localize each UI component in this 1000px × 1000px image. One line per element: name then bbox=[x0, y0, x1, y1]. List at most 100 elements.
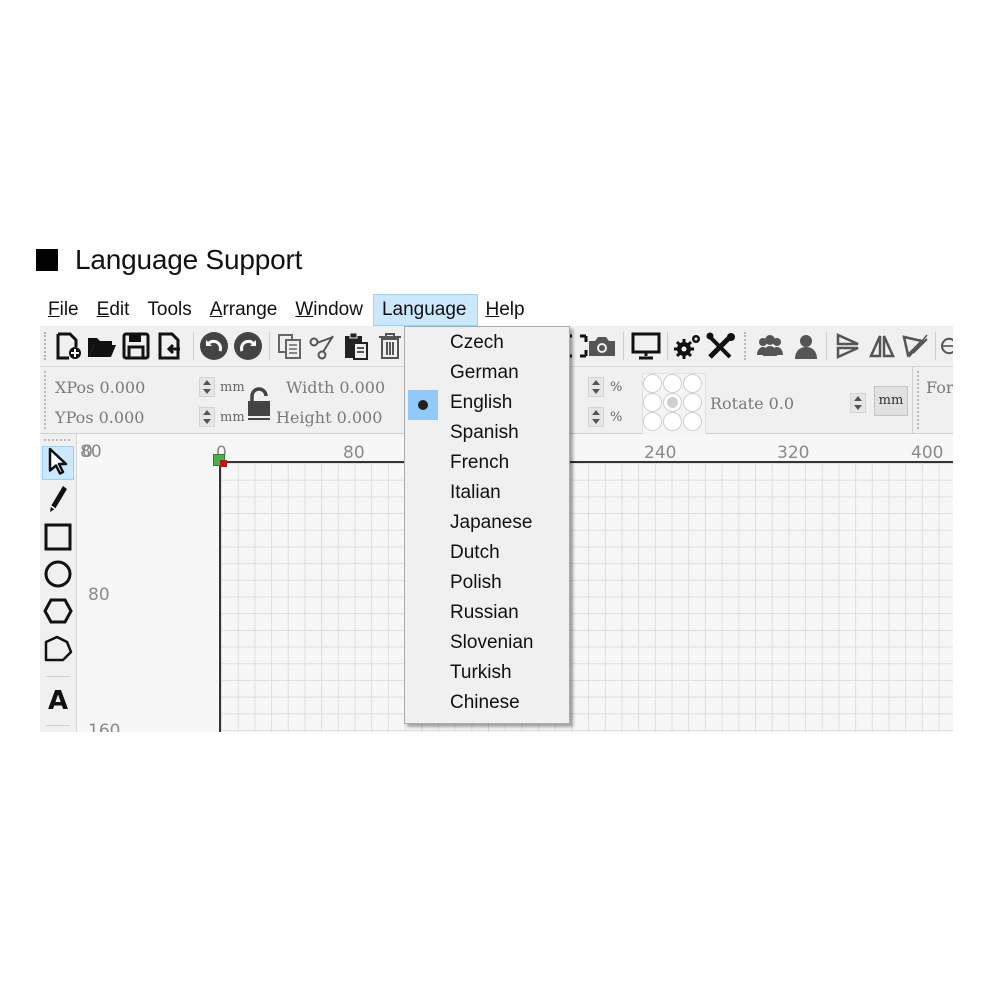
tools-icon[interactable] bbox=[706, 330, 738, 362]
menu-help[interactable]: Help bbox=[478, 294, 535, 326]
height-percent-spinner[interactable] bbox=[588, 407, 604, 427]
circle-icon bbox=[43, 559, 73, 593]
import-icon[interactable] bbox=[154, 330, 186, 362]
language-option-french[interactable]: French bbox=[405, 450, 569, 480]
ruler-top-label: 400 bbox=[911, 443, 944, 463]
text-tool[interactable]: A bbox=[42, 684, 74, 718]
paste-icon[interactable] bbox=[340, 330, 372, 362]
polygon-tool[interactable] bbox=[42, 596, 74, 630]
delete-icon[interactable] bbox=[374, 330, 406, 362]
settings-icon[interactable] bbox=[672, 330, 704, 362]
propbar-grip[interactable] bbox=[917, 371, 921, 429]
flip-horizontal-icon[interactable] bbox=[866, 330, 898, 362]
cut-icon[interactable] bbox=[306, 330, 338, 362]
menu-window[interactable]: Window bbox=[287, 294, 373, 326]
pencil-icon bbox=[47, 484, 69, 518]
heading-title: Language Support bbox=[75, 244, 303, 275]
language-option-turkish[interactable]: Turkish bbox=[405, 660, 569, 690]
anchor-bottom-center[interactable] bbox=[663, 412, 682, 431]
language-option-english[interactable]: English bbox=[405, 390, 569, 420]
left-toolbar-grip[interactable] bbox=[44, 439, 70, 441]
language-label: Czech bbox=[450, 332, 504, 353]
language-label: Polish bbox=[450, 572, 502, 593]
menu-label: elp bbox=[499, 299, 525, 320]
rotate-field[interactable]: Rotate 0.0 bbox=[710, 394, 794, 413]
anchor-top-left[interactable] bbox=[643, 374, 662, 393]
user-icon[interactable] bbox=[790, 330, 822, 362]
open-folder-icon[interactable] bbox=[86, 330, 118, 362]
height-value[interactable]: 0.000 bbox=[337, 408, 383, 427]
rotate-value[interactable]: 0.0 bbox=[769, 394, 794, 413]
language-option-german[interactable]: German bbox=[405, 360, 569, 390]
xpos-value[interactable]: 0.000 bbox=[99, 378, 145, 397]
xpos-spinner[interactable] bbox=[199, 377, 215, 397]
toolbar-grip[interactable] bbox=[44, 332, 48, 360]
language-option-japanese[interactable]: Japanese bbox=[405, 510, 569, 540]
height-field[interactable]: Height 0.000 bbox=[276, 408, 382, 427]
toolbar-separator bbox=[826, 332, 827, 360]
width-field[interactable]: Width 0.000 bbox=[286, 378, 385, 397]
language-option-slovenian[interactable]: Slovenian bbox=[405, 630, 569, 660]
menu-arrange[interactable]: Arrange bbox=[202, 294, 288, 326]
anchor-bottom-right[interactable] bbox=[683, 412, 702, 431]
polyline-tool[interactable] bbox=[42, 634, 74, 668]
ypos-label: YPos bbox=[55, 408, 94, 427]
new-file-icon[interactable] bbox=[52, 330, 84, 362]
language-label: German bbox=[450, 362, 519, 383]
anchor-middle-left[interactable] bbox=[643, 393, 662, 412]
anchor-middle-right[interactable] bbox=[683, 393, 702, 412]
language-option-polish[interactable]: Polish bbox=[405, 570, 569, 600]
work-area-grid[interactable] bbox=[219, 461, 953, 732]
menu-tools[interactable]: Tools bbox=[139, 294, 201, 326]
anchor-top-right[interactable] bbox=[683, 374, 702, 393]
toolbar-grip[interactable] bbox=[744, 332, 748, 360]
language-option-spanish[interactable]: Spanish bbox=[405, 420, 569, 450]
language-option-italian[interactable]: Italian bbox=[405, 480, 569, 510]
undo-icon[interactable] bbox=[198, 330, 230, 362]
menu-language[interactable]: Language bbox=[372, 294, 478, 326]
toolbar-separator bbox=[667, 332, 668, 360]
menubar: File Edit Tools Arrange Window Language … bbox=[40, 294, 953, 326]
language-option-dutch[interactable]: Dutch bbox=[405, 540, 569, 570]
flip-vertical-icon[interactable] bbox=[832, 330, 864, 362]
anchor-top-center[interactable] bbox=[663, 374, 682, 393]
monitor-icon[interactable] bbox=[630, 330, 662, 362]
rectangle-tool[interactable] bbox=[42, 522, 74, 556]
anchor-point-selector[interactable] bbox=[642, 373, 706, 435]
more-tools-icon[interactable] bbox=[938, 330, 953, 362]
ruler-top-label: 320 bbox=[777, 443, 810, 463]
language-option-russian[interactable]: Russian bbox=[405, 600, 569, 630]
section-heading: Language Support bbox=[36, 244, 302, 276]
ypos-field[interactable]: YPos 0.000 bbox=[55, 408, 144, 427]
menu-edit[interactable]: Edit bbox=[89, 294, 140, 326]
select-tool[interactable] bbox=[42, 446, 74, 480]
anchor-bottom-left[interactable] bbox=[643, 412, 662, 431]
menu-label: rrange bbox=[222, 299, 278, 320]
lock-aspect-icon[interactable] bbox=[246, 387, 272, 425]
camera-icon[interactable] bbox=[586, 330, 618, 362]
propbar-grip[interactable] bbox=[44, 371, 48, 429]
ypos-spinner[interactable] bbox=[199, 407, 215, 427]
pencil-tool[interactable] bbox=[42, 484, 74, 518]
language-label: Russian bbox=[450, 602, 519, 623]
ellipse-tool[interactable] bbox=[42, 559, 74, 593]
language-option-chinese[interactable]: Chinese bbox=[405, 690, 569, 720]
save-icon[interactable] bbox=[120, 330, 152, 362]
menu-file[interactable]: File bbox=[40, 294, 89, 326]
xpos-label: XPos bbox=[55, 378, 95, 397]
redo-icon[interactable] bbox=[232, 330, 264, 362]
ypos-value[interactable]: 0.000 bbox=[99, 408, 145, 427]
rotate-spinner[interactable] bbox=[850, 393, 866, 413]
svg-text:A: A bbox=[48, 686, 68, 712]
copy-icon[interactable] bbox=[274, 330, 306, 362]
pointer-arrow-icon bbox=[47, 447, 69, 479]
language-label: Turkish bbox=[450, 662, 512, 683]
unit-toggle-button[interactable]: mm bbox=[874, 386, 908, 416]
anchor-center[interactable] bbox=[663, 393, 682, 412]
mirror-diagonal-icon[interactable] bbox=[900, 330, 932, 362]
xpos-field[interactable]: XPos 0.000 bbox=[55, 378, 145, 397]
users-icon[interactable] bbox=[754, 330, 786, 362]
width-value[interactable]: 0.000 bbox=[339, 378, 385, 397]
language-option-czech[interactable]: Czech bbox=[405, 330, 569, 360]
width-percent-spinner[interactable] bbox=[588, 377, 604, 397]
